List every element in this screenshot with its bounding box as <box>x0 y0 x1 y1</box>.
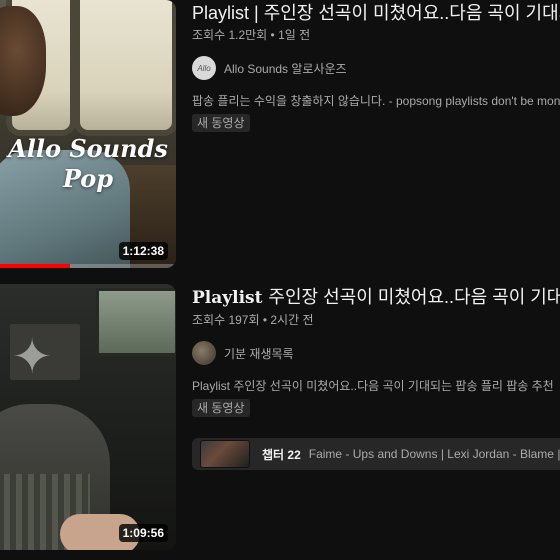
thumbnail-brand-line-1: Allo Sounds <box>8 134 168 163</box>
channel-avatar[interactable]: Allo <box>192 56 216 80</box>
video-meta: 조회수 197회 • 2시간 전 <box>192 313 314 327</box>
video-result-2[interactable]: ✦ 1:09:56 Playlist 주인장 선곡이 미쳤어요..다음 곡이 기… <box>0 284 560 560</box>
channel-row[interactable]: Allo Allo Sounds 알로사운즈 <box>192 56 560 80</box>
chapter-label: 챕터 22 <box>262 447 301 462</box>
chapter-thumbnail[interactable] <box>200 440 250 468</box>
video-thumbnail[interactable]: Allo Sounds Pop 1:12:38 <box>0 0 176 268</box>
video-title-rest: 주인장 선곡이 미쳤어요..다음 곡이 기대되는 팝송 플리 <box>268 287 560 307</box>
chapters-row[interactable]: 챕터 22 Faime - Ups and Downs | Lexi Jorda… <box>192 438 560 470</box>
chapter-text: Faime - Ups and Downs | Lexi Jordan - Bl… <box>308 447 560 461</box>
duration-badge: 1:12:38 <box>118 242 168 260</box>
video-info: Playlist 주인장 선곡이 미쳤어요..다음 곡이 기대되는 팝송 플리 … <box>192 284 560 417</box>
thumbnail-window <box>96 288 176 356</box>
channel-avatar[interactable] <box>192 341 216 365</box>
thumbnail-brand-line-2: Pop <box>62 164 114 193</box>
duration-badge: 1:09:56 <box>118 524 168 542</box>
video-description: Playlist 주인장 선곡이 미쳤어요..다음 곡이 기대되는 팝송 플리 … <box>192 379 554 393</box>
watch-progress-fill <box>0 264 71 268</box>
video-thumbnail[interactable]: ✦ 1:09:56 <box>0 284 176 550</box>
channel-name[interactable]: 기분 재생목록 <box>224 345 294 362</box>
video-description: 팝송 플리는 수익을 창출하지 않습니다. - popsong playlist… <box>192 94 560 108</box>
video-title-lead: Playlist <box>192 288 263 308</box>
watch-progress-bar <box>0 264 176 268</box>
new-video-badge: 새 동영상 <box>192 399 250 417</box>
video-info: Playlist | 주인장 선곡이 미쳤어요..다음 곡이 기대되는 팝송 플… <box>192 0 560 132</box>
video-title[interactable]: Playlist | 주인장 선곡이 미쳤어요..다음 곡이 기대되는 팝송 플… <box>192 0 560 26</box>
thumbnail-star-decoration: ✦ <box>12 331 53 384</box>
video-result-1[interactable]: Allo Sounds Pop 1:12:38 Playlist | 주인장 선… <box>0 0 560 272</box>
channel-name[interactable]: Allo Sounds 알로사운즈 <box>224 60 347 77</box>
thumbnail-window <box>74 0 176 136</box>
channel-row[interactable]: 기분 재생목록 <box>192 341 560 365</box>
new-video-badge: 새 동영상 <box>192 114 250 132</box>
thumbnail-brand-text: Allo Sounds Pop <box>0 134 176 194</box>
video-title[interactable]: Playlist 주인장 선곡이 미쳤어요..다음 곡이 기대되는 팝송 플리 <box>192 284 560 311</box>
video-meta: 조회수 1.2만회 • 1일 전 <box>192 28 311 42</box>
